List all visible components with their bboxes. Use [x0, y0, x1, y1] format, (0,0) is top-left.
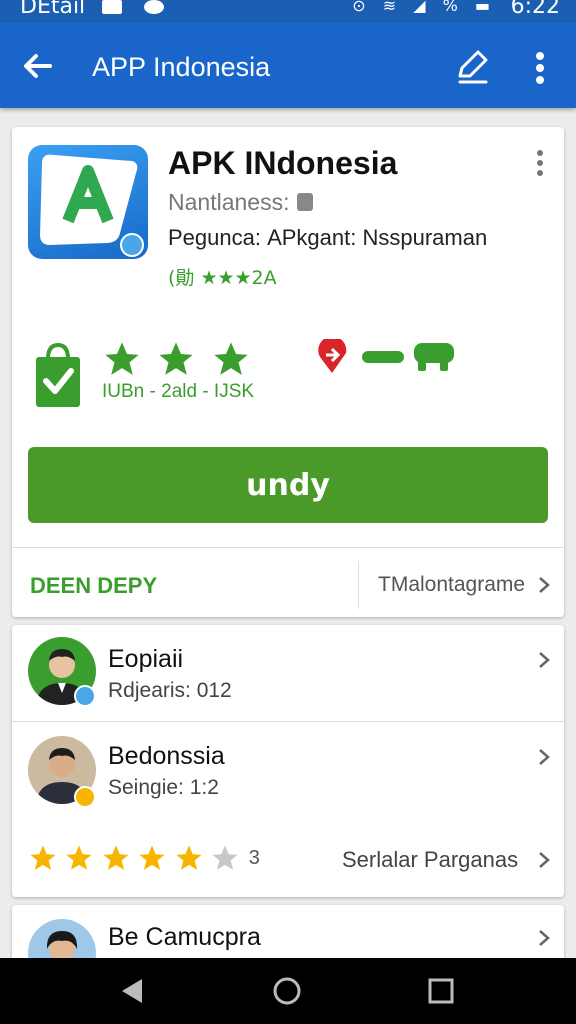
chevron-right-icon[interactable] [538, 576, 550, 594]
app-category-line: Peguncа: APkgant: Nsspuraman [168, 225, 488, 250]
star-icon [214, 342, 248, 375]
rating-stars: 3 [28, 843, 260, 873]
status-time: 6:22 [510, 0, 560, 19]
system-nav-bar [0, 958, 576, 1024]
notification-icon [102, 0, 122, 14]
footer-left-link[interactable]: DEEN DEPY [30, 573, 157, 599]
shopping-bag-check-icon [36, 342, 80, 407]
app-detail-card: APK INdonesia Nantlaness: Peguncа: APkga… [12, 127, 564, 617]
review-author: Eopiaii [108, 645, 184, 673]
divider [12, 547, 564, 548]
location-pin-icon [318, 339, 347, 373]
status-left-label: DEtail [20, 0, 86, 19]
footer-right-link[interactable]: TMalontagrame [378, 573, 525, 597]
feature-icons [318, 339, 454, 373]
chevron-right-icon[interactable] [538, 748, 550, 766]
home-nav-icon[interactable] [272, 976, 302, 1006]
verified-badge-icon [74, 685, 96, 707]
link-icon [362, 351, 404, 363]
reviews-card: Eopiaii Rdjearis: 012 Bedonssia Seingie:… [12, 625, 564, 897]
star-empty-icon [212, 845, 238, 870]
status-icons: ⊙ ≋ ◢ % ▬ [352, 0, 496, 15]
app-developer-line: Nantlaness: [168, 189, 314, 216]
app-logo-icon [28, 145, 148, 259]
rating-count: 3 [248, 846, 260, 869]
green-stars [102, 339, 261, 384]
see-all-link[interactable]: Serlalar Parganas [342, 847, 518, 873]
shield-icon [144, 0, 164, 14]
star-icon [139, 845, 165, 870]
star-icon [176, 845, 202, 870]
vertical-divider [358, 561, 359, 609]
chevron-right-icon[interactable] [538, 929, 550, 947]
chevron-right-icon[interactable] [538, 651, 550, 669]
review-author: Be Camucpra [108, 923, 261, 951]
review-author: Bedonssia [108, 742, 225, 770]
gold-badge-icon [74, 786, 96, 808]
star-icon [159, 342, 194, 375]
more-vert-icon[interactable] [526, 48, 554, 88]
app-name: APK INdonesia [168, 145, 398, 181]
install-button[interactable]: undy [28, 447, 548, 523]
recents-nav-icon[interactable] [426, 976, 456, 1006]
back-nav-icon[interactable] [118, 976, 148, 1006]
app-bar-title: APP Indonesia [92, 52, 271, 82]
list-item[interactable]: Eopiaii Rdjearis: 012 [12, 625, 564, 721]
lock-icon [297, 193, 314, 211]
star-icon [66, 845, 92, 870]
stars-caption: IUBn - 2ald - IJSK [102, 381, 255, 402]
list-item[interactable]: Bedonssia Seingie: 1:2 [12, 722, 564, 822]
developer-text: Nantlaness: [168, 189, 290, 215]
star-icon [103, 845, 129, 870]
status-bar: DEtail ⊙ ≋ ◢ % ▬ 6:22 [0, 0, 576, 22]
arrow-left-icon[interactable] [20, 48, 56, 84]
chevron-right-icon[interactable] [538, 851, 550, 869]
star-icon [30, 845, 56, 870]
controller-icon [414, 343, 454, 371]
app-more-icon[interactable] [530, 149, 550, 177]
app-rating-line: (勛 ★★★2A [168, 267, 277, 289]
pen-icon[interactable] [452, 46, 492, 86]
review-meta: Rdjearis: 012 [108, 679, 232, 702]
star-icon [105, 342, 139, 375]
review-meta: Seingie: 1:2 [108, 776, 219, 799]
app-bar: APP Indonesia [0, 22, 576, 108]
